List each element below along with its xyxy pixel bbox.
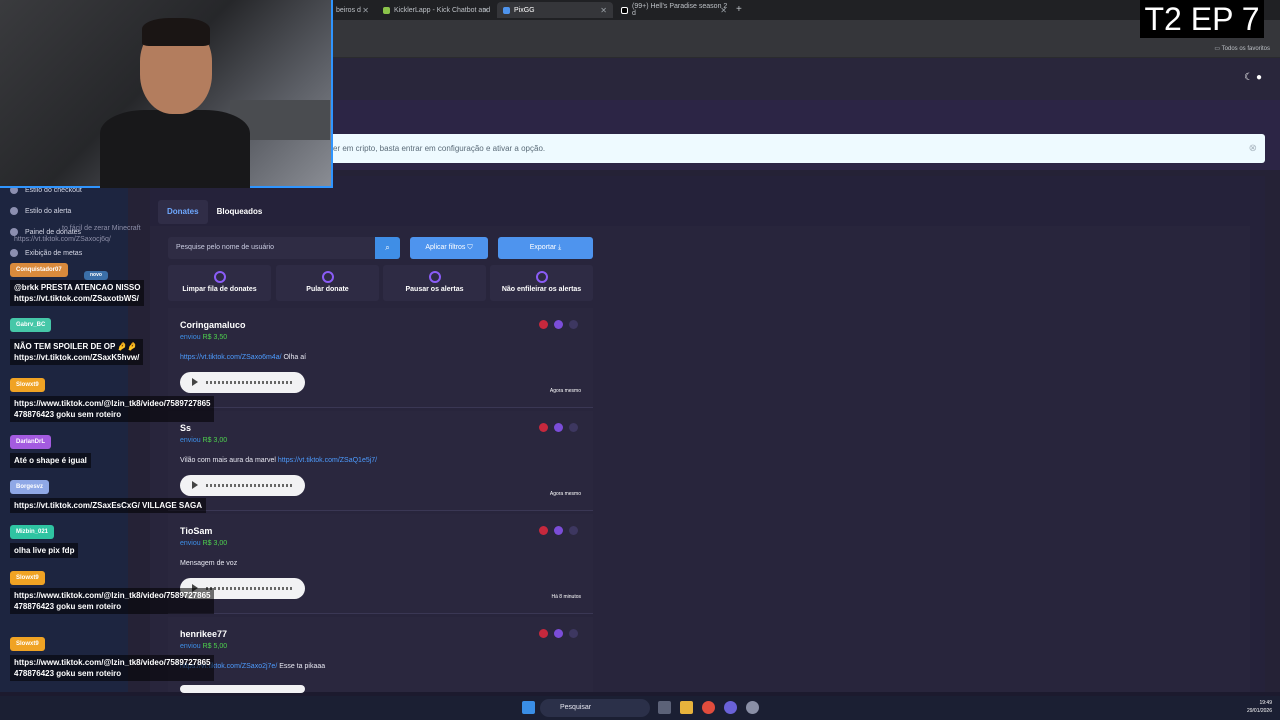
- block-icon[interactable]: [539, 629, 548, 638]
- close-tab-icon[interactable]: ✕: [720, 6, 727, 15]
- browser-tab[interactable]: (99+) Hell's Paradise season 2 d ✕: [615, 2, 733, 18]
- export-label: Exportar: [529, 244, 557, 251]
- start-icon[interactable]: [522, 701, 535, 714]
- replay-icon[interactable]: [554, 423, 563, 432]
- bookmarks-folder-label: Todos os favoritos: [1221, 46, 1270, 52]
- message-link[interactable]: https://vt.tiktok.com/ZSaQ1e5j7/: [278, 457, 377, 464]
- donation-controls: [539, 526, 578, 535]
- block-icon[interactable]: [539, 320, 548, 329]
- donation-time: Agora mesmo: [549, 388, 581, 394]
- chat-message: https://vt.tiktok.com/ZSaxEsCxG/ VILLAGE…: [10, 498, 207, 513]
- action-label: Não enfileirar os alertas: [501, 286, 582, 293]
- chrome-icon[interactable]: [702, 701, 715, 714]
- skip-icon[interactable]: [569, 320, 578, 329]
- streamer-body: [100, 110, 250, 188]
- action-label: Pausar os alertas: [405, 286, 464, 293]
- close-tab-icon[interactable]: ✕: [600, 6, 607, 15]
- streamer-hair: [142, 18, 210, 46]
- apply-filters-button[interactable]: Aplicar filtros ⛉: [410, 237, 488, 259]
- new-tab-icon[interactable]: +: [736, 4, 742, 15]
- clock-time: 19:49: [1259, 700, 1272, 706]
- episode-label: T2 EP 7: [1140, 0, 1264, 38]
- system-clock[interactable]: 19:49 29/01/2026: [1247, 699, 1272, 715]
- pixgg-favicon-icon: [503, 6, 510, 14]
- bell-off-icon: [535, 271, 548, 283]
- webcam-overlay: [0, 0, 333, 188]
- donation-controls: [539, 320, 578, 329]
- close-tab-icon[interactable]: ✕: [482, 6, 489, 15]
- new-badge: novo: [84, 271, 108, 280]
- close-tab-icon[interactable]: ✕: [362, 6, 369, 15]
- message-text: Olha aí: [281, 354, 307, 361]
- block-icon[interactable]: [539, 526, 548, 535]
- browser-tab[interactable]: beiros d ✕: [330, 2, 375, 18]
- chat-message: Até o shape é igual: [10, 453, 91, 468]
- action-label: Pular donate: [306, 286, 349, 293]
- block-icon[interactable]: [539, 423, 548, 432]
- apply-filters-label: Aplicar filtros: [425, 244, 466, 251]
- bookmarks-folder[interactable]: ▭ Todos os favoritos: [1214, 45, 1270, 52]
- no-queue-alerts-button[interactable]: Não enfileirar os alertas: [490, 265, 593, 301]
- discord-icon[interactable]: [724, 701, 737, 714]
- replay-icon[interactable]: [554, 526, 563, 535]
- search-label: Pesquisar: [560, 704, 592, 711]
- chat-message: @brkk PRESTA ATENCAO NISSO https://vt.ti…: [10, 280, 145, 306]
- obs-icon[interactable]: [746, 701, 759, 714]
- notice-banner: er em cripto, basta entrar em configuraç…: [330, 134, 1265, 163]
- replay-icon[interactable]: [554, 629, 563, 638]
- clock-date: 29/01/2026: [1246, 708, 1272, 714]
- chat-message: NÃO TEM SPOILER DE OP 🤌🤌 https://vt.tikt…: [10, 339, 144, 365]
- search-button[interactable]: ⌕: [375, 237, 400, 259]
- faint-chat-line: to fácil de zerar Minecraft: [62, 225, 141, 232]
- download-icon: ⤓: [558, 244, 562, 251]
- skip-icon[interactable]: [569, 526, 578, 535]
- donation-controls: [539, 629, 578, 638]
- chat-username: Slowxt9: [10, 378, 45, 392]
- skip-icon[interactable]: [569, 629, 578, 638]
- skip-icon[interactable]: [569, 423, 578, 432]
- close-icon[interactable]: ⊗: [1249, 134, 1257, 163]
- taskbar: Pesquisar 19:49 29/01/2026: [0, 696, 1280, 720]
- tab-label: PixGG: [514, 6, 535, 14]
- tab-label: (99+) Hell's Paradise season 2 d: [632, 3, 728, 17]
- replay-icon[interactable]: [554, 320, 563, 329]
- kickler-favicon-icon: [383, 6, 390, 14]
- file-explorer-icon[interactable]: [680, 701, 693, 714]
- tab-label: KicklerLapp - Kick Chatbot and: [394, 6, 491, 14]
- theme-toggle-icon[interactable]: ☾ ●: [1244, 72, 1262, 83]
- donation-time: Agora mesmo: [549, 491, 581, 497]
- pause-icon: [428, 271, 441, 283]
- faint-chat-line: https://vt.tiktok.com/ZSaxocj6q/: [14, 236, 111, 243]
- chat-message: https://www.tiktok.com/@lzin_tk8/video/7…: [10, 655, 215, 681]
- message-text: Esse ta pikaaa: [277, 663, 326, 670]
- chat-overlay: to fácil de zerar Minecraft https://vt.t…: [0, 190, 240, 690]
- donation-controls: [539, 423, 578, 432]
- notice-text: er em cripto, basta entrar em configuraç…: [333, 144, 546, 153]
- filter-icon: ⛉: [467, 244, 473, 251]
- chat-message: https://www.tiktok.com/@lzin_tk8/video/7…: [10, 396, 215, 422]
- skip-donate-button[interactable]: Pular donate: [276, 265, 379, 301]
- chat-username: Mizbin_021: [10, 525, 55, 539]
- chat-message: https://www.tiktok.com/@lzin_tk8/video/7…: [10, 588, 215, 614]
- chat-username: Slowxt9: [10, 571, 45, 585]
- tab-label: beiros d: [336, 6, 361, 14]
- export-button[interactable]: Exportar ⤓: [498, 237, 593, 259]
- donation-time: Há 8 minutos: [551, 594, 581, 600]
- browser-tab-active[interactable]: PixGG ✕: [497, 2, 613, 18]
- skip-icon: [321, 271, 334, 283]
- tiktok-favicon-icon: [621, 6, 628, 14]
- chat-username: DarlanDrL: [10, 435, 52, 449]
- chat-username: Borgesvz: [10, 480, 50, 494]
- browser-tab[interactable]: KicklerLapp - Kick Chatbot and ✕: [377, 2, 495, 18]
- chat-username: Slowxt9: [10, 637, 45, 651]
- pause-alerts-button[interactable]: Pausar os alertas: [383, 265, 486, 301]
- chat-username: Conquistador07: [10, 263, 68, 277]
- taskbar-search[interactable]: Pesquisar: [540, 699, 650, 717]
- chat-message: olha live pix fdp: [10, 543, 79, 558]
- chat-username: Gabrv_BC: [10, 318, 52, 332]
- task-view-icon[interactable]: [658, 701, 671, 714]
